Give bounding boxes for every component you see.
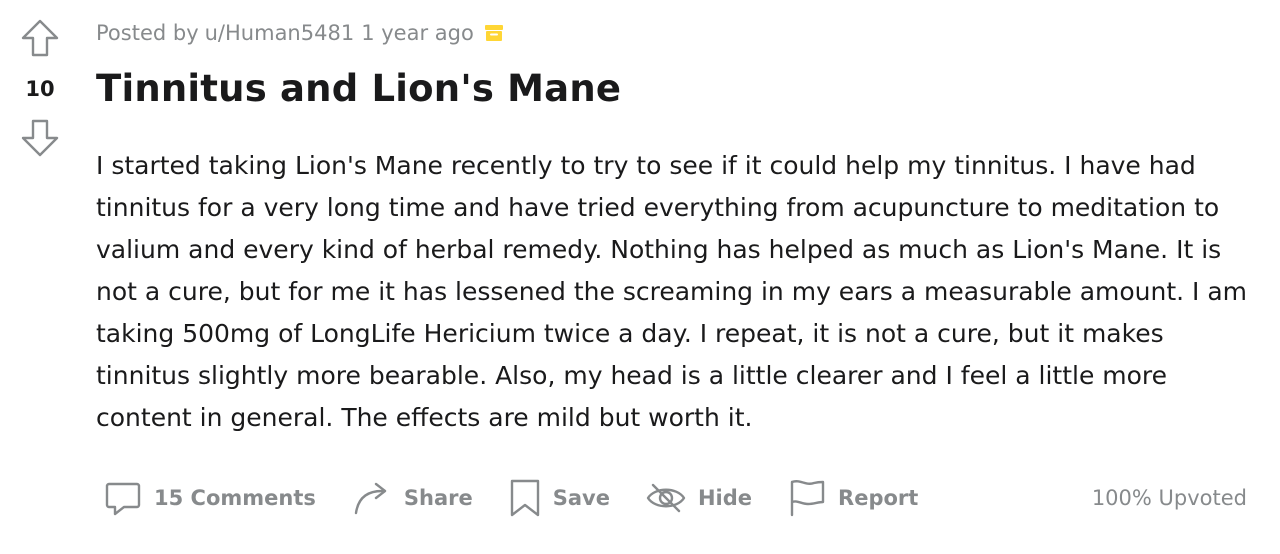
post-title[interactable]: Tinnitus and Lion's Mane xyxy=(96,64,621,114)
archive-box-icon xyxy=(484,23,504,43)
save-label: Save xyxy=(552,486,610,510)
upvote-button[interactable] xyxy=(20,18,60,58)
post-title-text: Tinnitus and Lion's Mane xyxy=(96,67,622,110)
post-body: I started taking Lion's Mane recently to… xyxy=(96,151,1248,432)
share-arrow-icon xyxy=(352,479,392,517)
downvote-arrow-icon xyxy=(21,119,59,157)
post-actions: 15 Comments Share Save Hide Report xyxy=(96,470,946,526)
report-button[interactable]: Report xyxy=(780,470,926,526)
downvote-button[interactable] xyxy=(20,118,60,158)
hide-button[interactable]: Hide xyxy=(638,470,760,526)
comments-label: 15 Comments xyxy=(154,486,316,510)
post-meta: Posted by u/Human5481 1 year ago xyxy=(96,18,504,48)
save-button[interactable]: Save xyxy=(501,470,618,526)
author-link[interactable]: u/Human5481 xyxy=(205,21,355,45)
comments-button[interactable]: 15 Comments xyxy=(96,470,324,526)
vote-column: 10 xyxy=(18,18,62,163)
flag-icon xyxy=(788,478,826,518)
vote-count: 10 xyxy=(25,77,55,101)
report-label: Report xyxy=(838,486,919,510)
eye-slash-icon xyxy=(646,482,686,514)
post-card: 10 Posted by u/Human5481 1 year ago Tinn… xyxy=(0,0,1280,554)
upvote-arrow-icon xyxy=(21,19,59,57)
upvoted-percentage: 100% Upvoted xyxy=(1091,486,1247,510)
share-label: Share xyxy=(403,486,473,510)
hide-label: Hide xyxy=(697,486,753,510)
share-button[interactable]: Share xyxy=(344,470,481,526)
bookmark-icon xyxy=(509,478,541,518)
posted-by-label: Posted by xyxy=(96,21,199,45)
comment-bubble-icon xyxy=(104,479,142,517)
post-time[interactable]: 1 year ago xyxy=(361,21,474,45)
